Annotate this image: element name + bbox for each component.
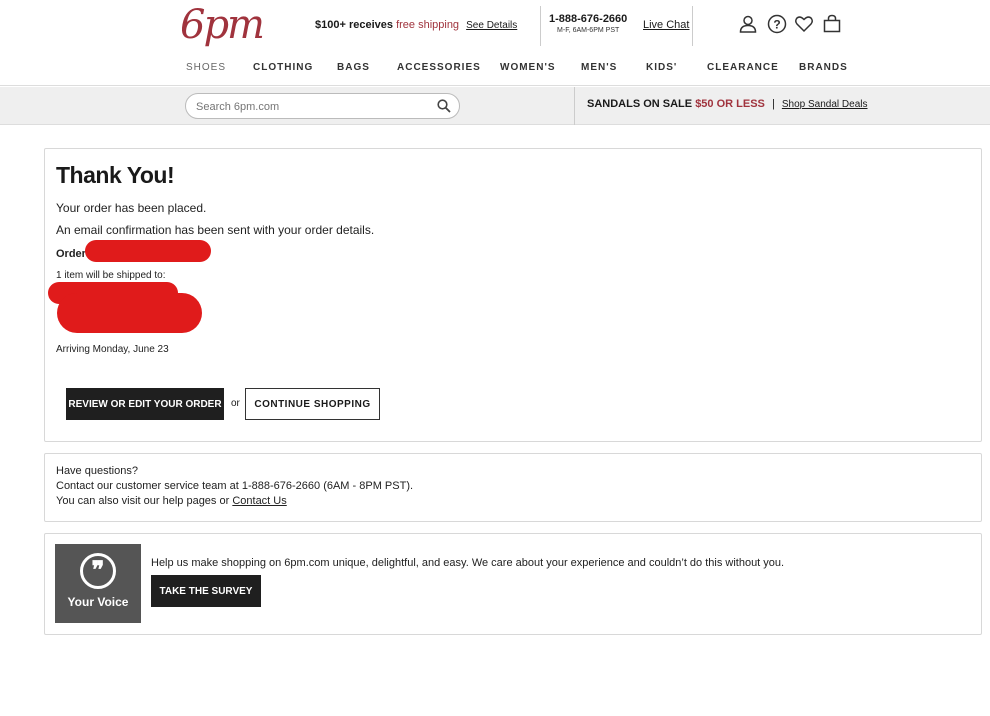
confirmation-panel: Thank You! Your order has been placed. A… [44, 148, 982, 442]
contact-us-link[interactable]: Contact Us [232, 495, 286, 507]
site-logo[interactable]: 6pm [180, 2, 265, 48]
phone-number: 1-888-676-2660 [549, 13, 628, 25]
sale-separator: | [771, 98, 775, 110]
sale-highlight: $50 OR LESS [695, 98, 765, 110]
your-voice-label: Your Voice [67, 595, 129, 609]
contact-text: Contact our customer service team at 1-8… [56, 480, 414, 492]
search-band: SANDALS ON SALE $50 OR LESS | Shop Sanda… [0, 87, 990, 125]
nav-clothing[interactable]: CLOTHING [253, 62, 313, 73]
or-text: or [231, 398, 240, 409]
redaction-address [57, 293, 202, 333]
review-order-button[interactable]: REVIEW OR EDIT YOUR ORDER [66, 388, 224, 420]
nav-bags[interactable]: BAGS [337, 62, 370, 73]
promo-text: $100+ receives [315, 19, 393, 31]
nav-kids[interactable]: KIDS' [646, 62, 677, 73]
help-icon[interactable]: ? [767, 14, 787, 34]
nav-womens[interactable]: WOMEN'S [500, 62, 556, 73]
email-sent-text: An email confirmation has been sent with… [56, 223, 375, 237]
order-label: Order [56, 248, 86, 260]
continue-shopping-button[interactable]: CONTINUE SHOPPING [245, 388, 380, 420]
quote-icon: ❞ [80, 553, 116, 589]
nav-accessories[interactable]: ACCESSORIES [397, 62, 481, 73]
shipped-to-text: 1 item will be shipped to: [56, 270, 166, 281]
phone-hours: M-F, 6AM-6PM PST [557, 27, 620, 34]
page-title: Thank You! [56, 162, 175, 188]
header-divider [540, 6, 541, 46]
search-icon[interactable] [437, 99, 451, 113]
sale-lead: SANDALS ON SALE [587, 98, 693, 110]
redaction-order-number [85, 240, 211, 262]
band-divider [574, 87, 575, 125]
nav-shoes[interactable]: SHOES [186, 62, 226, 73]
help-text: You can also visit our help pages or Con… [56, 495, 287, 507]
search-box [185, 93, 460, 119]
sale-banner: SANDALS ON SALE $50 OR LESS | Shop Sanda… [587, 98, 868, 110]
nav-mens[interactable]: MEN'S [581, 62, 617, 73]
nav-brands[interactable]: BRANDS [799, 62, 848, 73]
questions-panel: Have questions? Contact our customer ser… [44, 453, 982, 522]
cart-icon[interactable] [822, 14, 842, 34]
header-divider [692, 6, 693, 46]
account-icon[interactable] [738, 14, 758, 34]
main-nav: SHOES CLOTHING BAGS ACCESSORIES WOMEN'S … [0, 62, 990, 76]
search-input[interactable] [196, 98, 426, 115]
nav-clearance[interactable]: CLEARANCE [707, 62, 779, 73]
order-placed-text: Your order has been placed. [56, 201, 207, 215]
your-voice-badge: ❞ Your Voice [55, 544, 141, 623]
favorites-icon[interactable] [794, 14, 814, 34]
survey-text: Help us make shopping on 6pm.com unique,… [151, 557, 785, 569]
shop-sandal-deals-link[interactable]: Shop Sandal Deals [782, 99, 868, 110]
promo-highlight: free shipping [396, 19, 460, 31]
live-chat-link[interactable]: Live Chat [643, 19, 689, 31]
see-details-link[interactable]: See Details [466, 20, 517, 31]
survey-panel: ❞ Your Voice Help us make shopping on 6p… [44, 533, 982, 635]
arrival-text: Arriving Monday, June 23 [56, 344, 169, 355]
phone-block: 1-888-676-2660 M-F, 6AM-6PM PST [549, 13, 627, 34]
questions-heading: Have questions? [56, 465, 138, 477]
take-survey-button[interactable]: TAKE THE SURVEY [151, 575, 261, 607]
site-header: 6pm $100+ receives free shipping See Det… [0, 0, 990, 86]
help-text-label: You can also visit our help pages or [56, 495, 230, 507]
shipping-promo: $100+ receives free shipping See Details [315, 19, 517, 31]
svg-text:?: ? [773, 18, 780, 32]
